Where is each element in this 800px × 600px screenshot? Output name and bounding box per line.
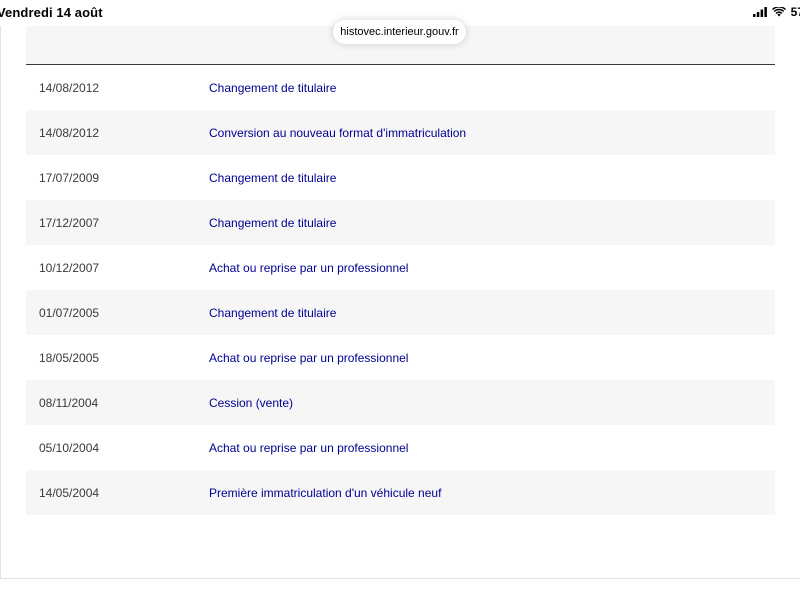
history-table: 14/08/2012 Changement de titulaire 14/08… [26, 26, 775, 515]
screen: Vendredi 14 août 57 histovec.interieur.g… [0, 0, 800, 600]
table-row: 17/07/2009 Changement de titulaire [26, 155, 775, 200]
row-operation: Achat ou reprise par un professionnel [209, 260, 409, 275]
page-content: 14/08/2012 Changement de titulaire 14/08… [0, 26, 800, 579]
row-operation: Changement de titulaire [209, 215, 337, 230]
table-row: 08/11/2004 Cession (vente) [26, 380, 775, 425]
status-time: Vendredi 14 août [0, 5, 103, 20]
table-row: 14/08/2012 Changement de titulaire [26, 65, 775, 110]
table-row: 18/05/2005 Achat ou reprise par un profe… [26, 335, 775, 380]
status-indicators: 57 [752, 5, 800, 19]
row-date: 05/10/2004 [39, 440, 100, 455]
row-operation: Première immatriculation d'un véhicule n… [209, 485, 442, 500]
row-date: 14/08/2012 [39, 80, 100, 95]
table-row: 17/12/2007 Changement de titulaire [26, 200, 775, 245]
row-date: 08/11/2004 [39, 395, 99, 410]
row-date: 14/08/2012 [39, 125, 100, 140]
table-row: 01/07/2005 Changement de titulaire [26, 290, 775, 335]
url-bar[interactable]: histovec.interieur.gouv.fr [333, 20, 466, 44]
row-date: 01/07/2005 [39, 305, 100, 320]
row-date: 17/07/2009 [39, 170, 100, 185]
row-operation: Changement de titulaire [209, 80, 337, 95]
wifi-icon [771, 7, 786, 17]
row-operation: Conversion au nouveau format d'immatricu… [209, 125, 467, 140]
table-row: 14/05/2004 Première immatriculation d'un… [26, 470, 775, 515]
battery-percentage: 57 [790, 5, 800, 19]
row-operation: Changement de titulaire [209, 305, 337, 320]
url-text: histovec.interieur.gouv.fr [340, 26, 459, 38]
cellular-signal-icon [752, 7, 767, 17]
row-date: 10/12/2007 [39, 260, 100, 275]
table-row: 14/08/2012 Conversion au nouveau format … [26, 110, 775, 155]
row-operation: Cession (vente) [209, 395, 294, 410]
row-date: 14/05/2004 [39, 485, 100, 500]
row-date: 18/05/2005 [39, 350, 100, 365]
table-row: 05/10/2004 Achat ou reprise par un profe… [26, 425, 775, 470]
row-operation: Achat ou reprise par un professionnel [209, 440, 409, 455]
table-row: 10/12/2007 Achat ou reprise par un profe… [26, 245, 775, 290]
row-operation: Achat ou reprise par un professionnel [209, 350, 409, 365]
row-operation: Changement de titulaire [209, 170, 337, 185]
row-date: 17/12/2007 [39, 215, 100, 230]
